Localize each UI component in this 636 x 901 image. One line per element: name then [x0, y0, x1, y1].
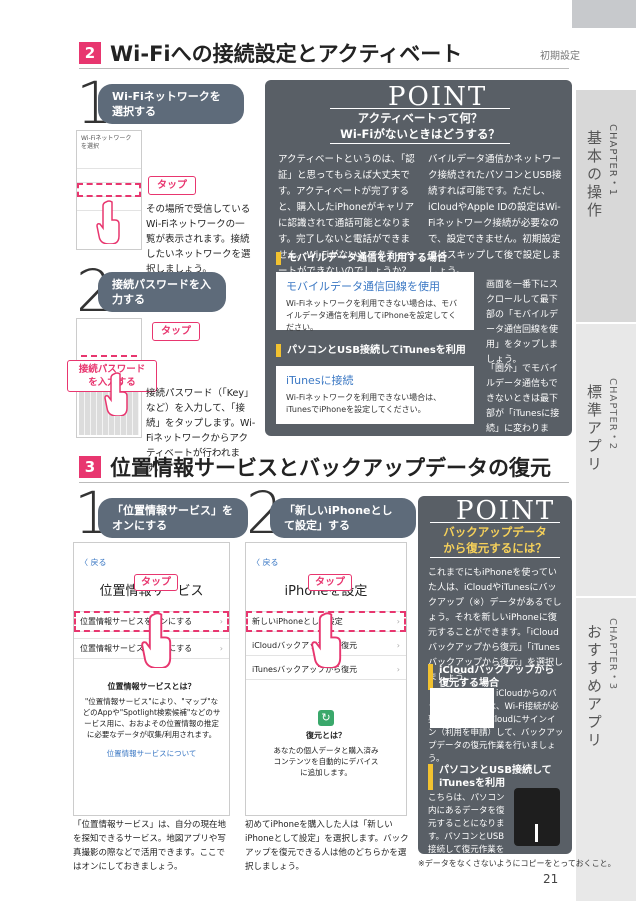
s2-point-heading1: アクティベートって何？: [357, 111, 483, 125]
section2-title: Wi-Fiへの接続設定とアクティベート: [110, 42, 463, 66]
wifi-row-selected[interactable]: [77, 183, 141, 197]
s3-step2-caption: 初めてiPhoneを購入した人は「新しいiPhoneとして設定」を選択します。バ…: [245, 820, 409, 872]
tap-hand-icon: [96, 200, 120, 244]
s2-step1-tap-label: タップ: [148, 176, 196, 195]
restore-info-title: 復元とは？: [306, 731, 346, 740]
location-about-link[interactable]: 位置情報サービスについて: [74, 748, 229, 759]
location-info-title: 位置情報サービスとは？: [107, 682, 196, 691]
s2-point-col2: バイルデータ通信かネットワーク接続されたパソコンとUSB接続すれば可能です。ただ…: [428, 154, 562, 277]
chevron-right-icon: ›: [396, 617, 400, 626]
section3-number: 3: [79, 456, 101, 478]
s2-point-heading2: Wi-Fiがないときはどうする？: [340, 127, 500, 141]
s2-step1-pill: Wi-Fiネットワークを選択する: [98, 84, 244, 124]
s3-step2-pill: 「新しいiPhoneとして設定」する: [270, 498, 416, 538]
phone-status-bar: [246, 543, 406, 555]
wifi-row[interactable]: [77, 169, 141, 183]
s2-info-box-mobile: モバイルデータ通信回線を使用 Wi-Fiネットワークを利用できない場合は、モバイ…: [276, 272, 474, 332]
s3-point-sub1: iCloudバックアップから復元する場合: [428, 664, 557, 690]
tap-hand-icon: [104, 372, 128, 416]
s2-info-box-itunes-title: iTunesに接続: [286, 374, 354, 387]
top-tab-marker: [572, 0, 636, 28]
usb-phone-thumbnail: [514, 788, 560, 846]
phone-status-bar: [74, 543, 229, 555]
s3-point-sub2: パソコンとUSB接続してiTunesを利用: [428, 764, 557, 790]
chevron-right-icon: ›: [396, 665, 400, 674]
s3-step1-tap-label: タップ: [134, 574, 178, 591]
s2-point-side1: 画面を一番下にスクロールして最下部の「モバイルデータ通信回線を使用」をタップしま…: [486, 280, 559, 365]
location-info-text: "位置情報サービス"により、"マップ"などのAppや"Spotlight検索候補…: [82, 697, 221, 739]
back-link[interactable]: 〈 戻る: [74, 555, 229, 570]
tab-chapter2-title: 標準アプリ: [585, 384, 603, 474]
s3-point-heading1: バックアップデータ: [443, 525, 547, 539]
s3-point-heading2: から復元するには？: [443, 541, 547, 555]
tab-chapter2[interactable]: CHAPTER・2 標準アプリ: [576, 324, 636, 596]
s2-step2-tap-label: タップ: [152, 322, 200, 341]
section2-rule: [79, 68, 569, 69]
section2-number: 2: [79, 42, 101, 64]
password-field[interactable]: [81, 345, 137, 357]
s2-info-box-mobile-text: Wi-Fiネットワークを利用できない場合は、モバイルデータ通信を利用してiPho…: [286, 299, 458, 332]
s2-info-box-itunes: iTunesに接続 Wi-Fiネットワークを利用できない場合は、iTunesでi…: [276, 366, 474, 424]
section3-title: 位置情報サービスとバックアップデータの復元: [110, 456, 551, 480]
back-link[interactable]: 〈 戻る: [246, 555, 406, 570]
tab-chapter1-label: CHAPTER・1: [607, 124, 618, 197]
tab-chapter1[interactable]: CHAPTER・1 基本の操作: [576, 90, 636, 322]
s2-step1-text: その場所で受信しているWi-Fiネットワークの一覧が表示されます。接続したいネッ…: [146, 204, 251, 275]
tap-hand-icon: [311, 612, 342, 668]
restore-info-text: あなたの個人データと購入済みコンテンツを自動的にデバイスに追加します。: [273, 746, 379, 777]
tab-chapter2-label: CHAPTER・2: [607, 378, 618, 451]
s2-info-box-mobile-title: モバイルデータ通信回線を使用: [286, 280, 440, 293]
chevron-right-icon: ›: [219, 644, 223, 653]
chevron-right-icon: ›: [396, 641, 400, 650]
wifi-screen-header: Wi-Fiネットワークを選択: [81, 135, 132, 150]
s3-step1-caption: 「位置情報サービス」は、自分の現在地を探知できるサービス。地図アプリや写真撮影の…: [73, 820, 227, 872]
tap-hand-icon: [141, 612, 172, 668]
s2-point-sub1: モバイルデータ通信を利用する場合: [276, 252, 447, 265]
tab-chapter3[interactable]: CHAPTER・3 おすすめアプリ: [576, 598, 636, 901]
phone-status-bar: [77, 319, 141, 331]
s2-info-box-itunes-text: Wi-Fiネットワークを利用できない場合は、iTunesでiPhoneを設定して…: [286, 393, 442, 414]
wifi-row[interactable]: [77, 155, 141, 169]
s3-step2-tap-label: タップ: [308, 574, 352, 591]
s2-point-sub2: パソコンとUSB接続してiTunesを利用: [276, 344, 466, 357]
page-number: 21: [543, 872, 559, 886]
restore-icon: ↻: [318, 710, 334, 726]
tab-chapter3-title: おすすめアプリ: [585, 624, 603, 750]
chevron-right-icon: ›: [219, 617, 223, 626]
usb-cable-icon: [535, 824, 538, 842]
s2-step2-pill: 接続パスワードを入力する: [98, 272, 226, 312]
s3-point-footnote: ※データをなくさないようにコピーをとっておくこと。: [418, 859, 616, 868]
section3-rule: [79, 482, 569, 483]
tab-chapter3-label: CHAPTER・3: [607, 618, 618, 691]
tab-chapter1-title: 基本の操作: [585, 130, 603, 220]
s3-step1-pill: 「位置情報サービス」をオンにする: [98, 498, 248, 538]
section2-tag: 初期設定: [540, 51, 580, 62]
s3-point-sub1-text: iCloudからのバックアップ復元は、Wi-Fi接続が必要となります。iClou…: [428, 689, 564, 764]
